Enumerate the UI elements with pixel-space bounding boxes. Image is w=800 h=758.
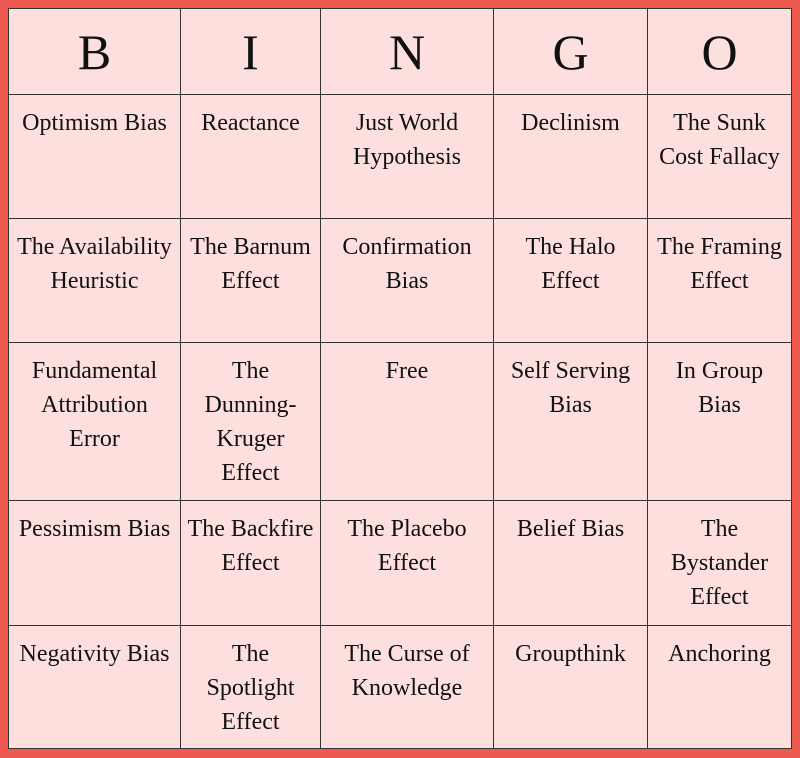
board-row: The Availability Heuristic The Barnum Ef… bbox=[8, 218, 792, 343]
bingo-cell[interactable]: The Curse of Knowledge bbox=[320, 625, 494, 749]
bingo-cell[interactable]: Reactance bbox=[180, 94, 321, 219]
bingo-board: B I N G O Optimism Bias Reactance Just W… bbox=[8, 8, 792, 749]
bingo-cell[interactable]: Negativity Bias bbox=[8, 625, 181, 749]
bingo-cell[interactable]: Declinism bbox=[493, 94, 648, 219]
bingo-cell[interactable]: The Sunk Cost Fallacy bbox=[647, 94, 792, 219]
bingo-cell[interactable]: Pessimism Bias bbox=[8, 500, 181, 626]
bingo-cell[interactable]: The Bystander Effect bbox=[647, 500, 792, 626]
header-letter-n: N bbox=[320, 8, 494, 95]
bingo-cell[interactable]: Groupthink bbox=[493, 625, 648, 749]
free-space-cell[interactable]: Free bbox=[320, 342, 494, 501]
bingo-cell[interactable]: The Spotlight Effect bbox=[180, 625, 321, 749]
header-letter-i: I bbox=[180, 8, 321, 95]
header-letter-b: B bbox=[8, 8, 181, 95]
bingo-cell[interactable]: The Backfire Effect bbox=[180, 500, 321, 626]
bingo-cell[interactable]: Self Serving Bias bbox=[493, 342, 648, 501]
bingo-cell[interactable]: Just World Hypothesis bbox=[320, 94, 494, 219]
bingo-cell[interactable]: The Placebo Effect bbox=[320, 500, 494, 626]
bingo-cell[interactable]: Belief Bias bbox=[493, 500, 648, 626]
bingo-cell[interactable]: In Group Bias bbox=[647, 342, 792, 501]
bingo-cell[interactable]: The Halo Effect bbox=[493, 218, 648, 343]
bingo-cell[interactable]: The Availability Heuristic bbox=[8, 218, 181, 343]
header-letter-g: G bbox=[493, 8, 648, 95]
bingo-cell[interactable]: Anchoring bbox=[647, 625, 792, 749]
board-row: Pessimism Bias The Backfire Effect The P… bbox=[8, 500, 792, 626]
board-row: Optimism Bias Reactance Just World Hypot… bbox=[8, 94, 792, 219]
board-row: Fundamental Attribution Error The Dunnin… bbox=[8, 342, 792, 501]
bingo-cell[interactable]: The Framing Effect bbox=[647, 218, 792, 343]
bingo-cell[interactable]: Confirmation Bias bbox=[320, 218, 494, 343]
bingo-cell[interactable]: The Dunning-Kruger Effect bbox=[180, 342, 321, 501]
bingo-cell[interactable]: Fundamental Attribution Error bbox=[8, 342, 181, 501]
header-letter-o: O bbox=[647, 8, 792, 95]
header-row: B I N G O bbox=[8, 8, 792, 95]
bingo-cell[interactable]: Optimism Bias bbox=[8, 94, 181, 219]
bingo-cell[interactable]: The Barnum Effect bbox=[180, 218, 321, 343]
board-row: Negativity Bias The Spotlight Effect The… bbox=[8, 625, 792, 749]
